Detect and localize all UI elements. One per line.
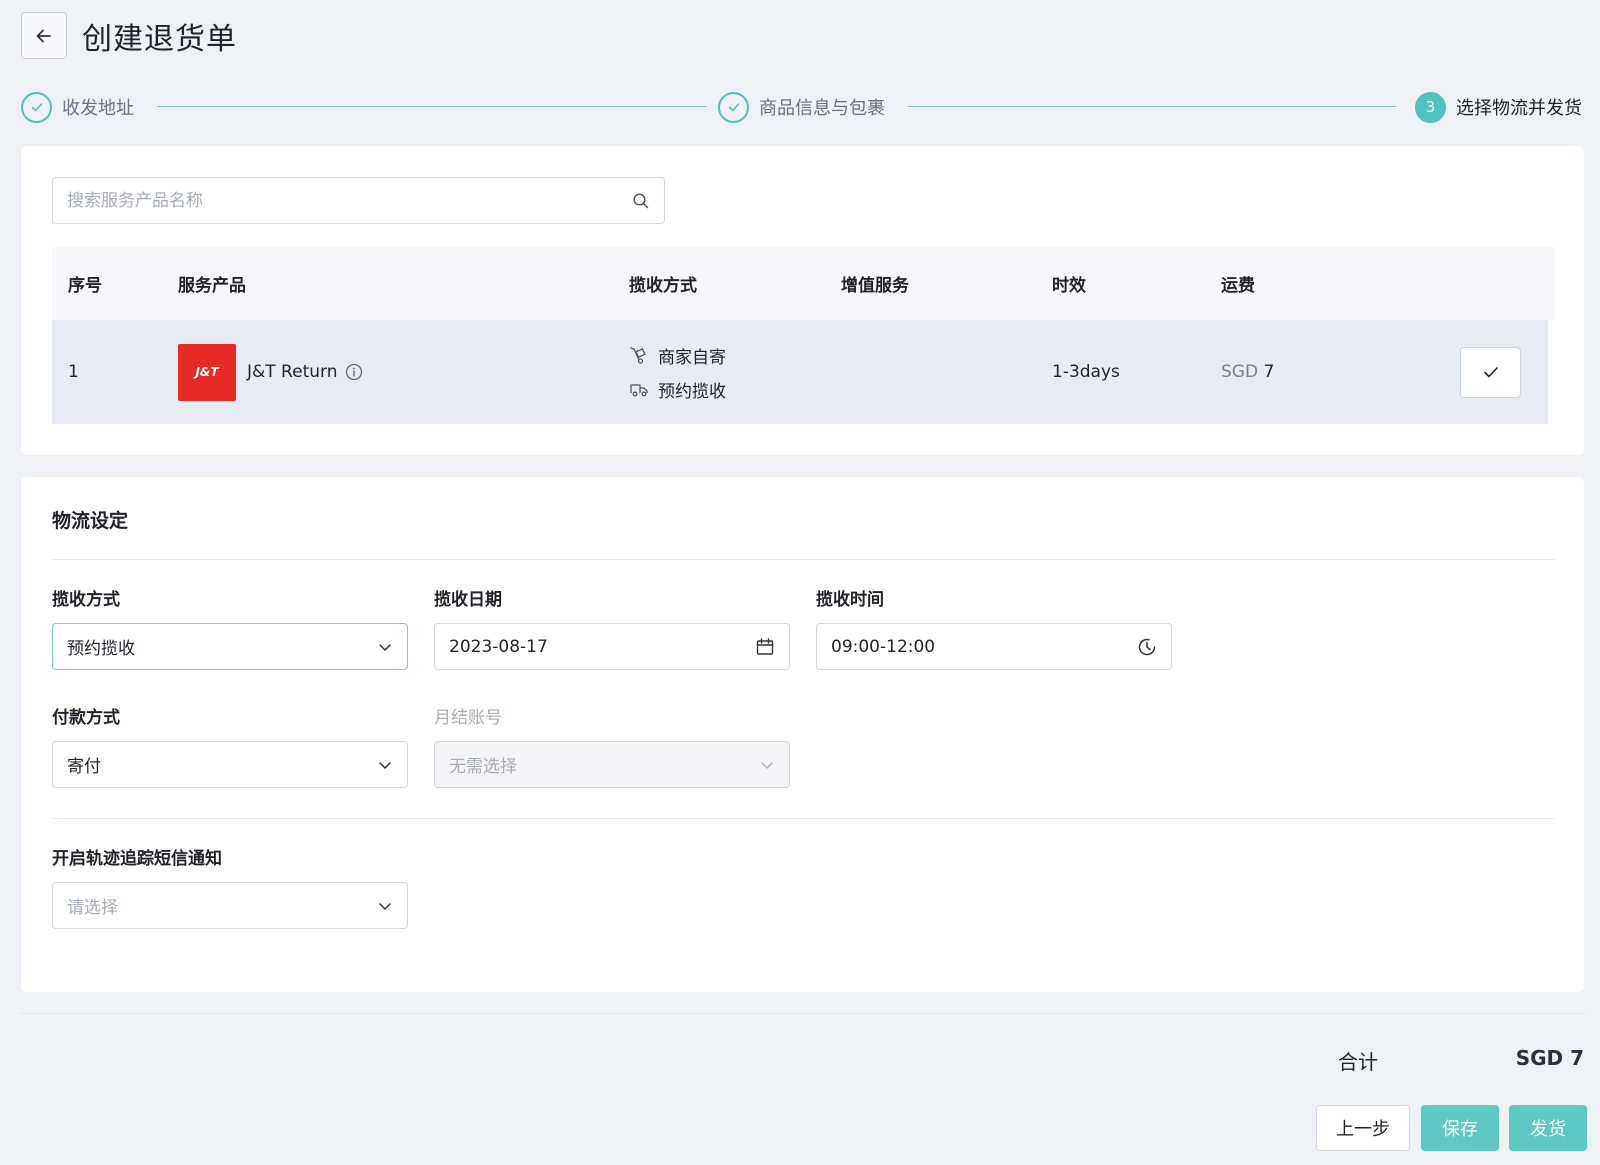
fee-cell: SGD 7 [1221, 320, 1274, 424]
pickup-method-select[interactable]: 预约揽收 [52, 623, 408, 670]
sms-notify-label: 开启轨迹追踪短信通知 [52, 849, 222, 869]
table-header: 序号 服务产品 揽收方式 增值服务 时效 运费 [52, 247, 1555, 320]
chevron-down-icon [379, 761, 391, 769]
check-icon [728, 103, 739, 112]
method-label: 商家自寄 [658, 347, 726, 368]
row-index: 1 [68, 362, 79, 382]
chevron-down-icon [379, 902, 391, 910]
pickup-date-picker[interactable]: 2023-08-17 [434, 623, 790, 670]
monthly-account-label: 月结账号 [434, 708, 502, 728]
clock-icon [1138, 638, 1156, 655]
col-fee: 运费 [1221, 276, 1255, 296]
section-title: 物流设定 [52, 510, 129, 532]
carrier-logo: J&T [178, 343, 236, 401]
method-scheduled-pickup: 预约揽收 [629, 372, 726, 406]
ship-button[interactable]: 发货 [1509, 1105, 1587, 1151]
method-label: 预约揽收 [658, 381, 726, 402]
footer-divider [21, 1013, 1586, 1014]
pickup-methods-cell: 商家自寄 预约揽收 [629, 320, 726, 424]
pickup-time-value: 09:00-12:00 [831, 636, 936, 657]
step-active-circle: 3 [1415, 91, 1446, 123]
col-index: 序号 [68, 276, 102, 296]
col-pickup-method: 揽收方式 [629, 276, 697, 296]
pickup-method-label: 揽收方式 [52, 590, 120, 610]
calendar-icon [756, 637, 774, 655]
divider [52, 818, 1555, 819]
product-name: J&T Return [247, 362, 338, 382]
search-input[interactable] [67, 190, 632, 211]
arrow-left-icon [36, 29, 51, 42]
step-connector [157, 106, 707, 107]
select-product-button[interactable] [1460, 346, 1521, 398]
col-timeliness: 时效 [1052, 276, 1086, 296]
monthly-account-value: 无需选择 [449, 757, 517, 777]
search-box [52, 177, 665, 224]
step-goods: 商品信息与包裹 [718, 89, 885, 125]
page-header: 创建退货单 [21, 12, 237, 59]
hand-truck-icon [630, 347, 646, 364]
step-label: 收发地址 [62, 98, 134, 119]
chevron-down-icon [761, 761, 773, 769]
step-label: 商品信息与包裹 [759, 98, 885, 119]
select-cell [1460, 320, 1521, 424]
table-row[interactable]: 1 J&T J&T Return 商家自寄 预约揽收 1-3days SGD 7 [52, 320, 1548, 424]
payment-method-value: 寄付 [67, 757, 101, 777]
sms-notify-select[interactable]: 请选择 [52, 882, 408, 929]
payment-method-select[interactable]: 寄付 [52, 741, 408, 788]
step-done-circle [21, 91, 52, 123]
sms-notify-placeholder: 请选择 [67, 898, 118, 918]
product-cell: J&T J&T Return [178, 320, 363, 424]
monthly-account-select: 无需选择 [434, 741, 790, 788]
chevron-down-icon [379, 643, 391, 651]
fee-currency: SGD [1221, 362, 1259, 382]
pickup-method-value: 预约揽收 [67, 639, 135, 659]
pickup-date-label: 揽收日期 [434, 590, 502, 610]
fee-amount: 7 [1263, 362, 1275, 382]
step-address: 收发地址 [21, 89, 134, 125]
save-button[interactable]: 保存 [1421, 1105, 1499, 1151]
truck-icon [630, 384, 648, 397]
step-done-circle [718, 91, 749, 123]
timeliness-cell: 1-3days [1052, 362, 1120, 382]
step-logistics: 3 选择物流并发货 [1415, 89, 1582, 125]
service-product-panel: 序号 服务产品 揽收方式 增值服务 时效 运费 1 J&T J&T Return [21, 146, 1584, 455]
back-button[interactable] [21, 12, 67, 59]
logistics-settings-panel: 物流设定 揽收方式 预约揽收 揽收日期 2023-08-17 揽收时间 09:0… [21, 477, 1584, 992]
total-value: SGD 7 [1515, 1046, 1584, 1070]
total-label: 合计 [1338, 1050, 1378, 1074]
info-icon[interactable] [345, 363, 363, 381]
divider [52, 559, 1555, 560]
stepper: 收发地址 商品信息与包裹 3 选择物流并发货 [21, 89, 1586, 125]
pickup-time-picker[interactable]: 09:00-12:00 [816, 623, 1172, 670]
previous-step-button[interactable]: 上一步 [1316, 1105, 1410, 1151]
pickup-time-label: 揽收时间 [816, 590, 884, 610]
payment-method-label: 付款方式 [52, 708, 120, 728]
method-self-send: 商家自寄 [629, 338, 726, 372]
step-label: 选择物流并发货 [1456, 98, 1582, 119]
col-product: 服务产品 [178, 276, 246, 296]
col-value-added: 增值服务 [841, 276, 909, 296]
step-connector [908, 106, 1396, 107]
search-icon[interactable] [632, 192, 650, 210]
check-icon [1483, 367, 1498, 378]
check-icon [31, 103, 42, 112]
pickup-date-value: 2023-08-17 [449, 636, 548, 657]
page-title: 创建退货单 [82, 21, 237, 57]
